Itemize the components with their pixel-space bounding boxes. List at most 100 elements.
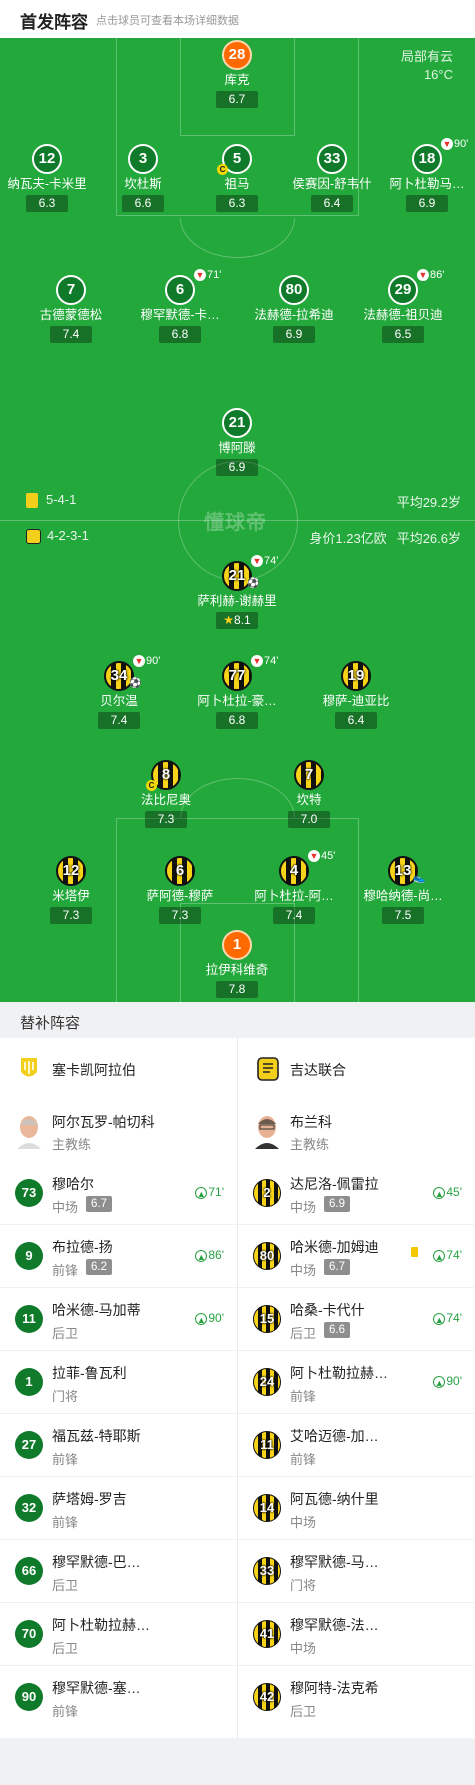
sub-name: 萨塔姆-罗吉 xyxy=(52,1491,127,1507)
sub-player-row[interactable]: 2 达尼洛-佩雷拉 中场 6.9 ▲ 45' xyxy=(238,1162,474,1225)
player-card[interactable]: 18 ▼ 90' 阿卜杜勒马… 6.9 xyxy=(379,138,475,212)
away-team-logo-icon xyxy=(26,529,41,545)
sub-number: 27 xyxy=(15,1431,43,1459)
player-number: 4 xyxy=(279,856,309,886)
player-card[interactable]: 21 博阿滕 6.9 xyxy=(189,408,285,476)
sub-number: 32 xyxy=(15,1494,43,1522)
sub-out-icon: ▼ xyxy=(417,269,429,282)
home-coach[interactable]: 阿尔瓦罗-帕切科 主教练 xyxy=(0,1100,236,1162)
sub-number: 9 xyxy=(15,1242,43,1270)
player-card[interactable]: 12 米塔伊 7.3 xyxy=(23,856,119,924)
sub-in-badge: ▲ 74' xyxy=(433,1311,462,1325)
player-card[interactable]: 6 萨阿德-穆萨 7.3 xyxy=(132,856,228,924)
player-name: 穆罕默德-卡… xyxy=(140,308,220,322)
sub-position: 前锋 xyxy=(290,1452,317,1467)
sub-player-row[interactable]: 14 阿瓦德-纳什里 中场 xyxy=(238,1477,474,1540)
sub-number: 73 xyxy=(15,1179,43,1207)
player-rating: 6.3 xyxy=(26,195,68,212)
player-card[interactable]: 77 ▼ 74' 阿卜杜拉-豪… 6.8 xyxy=(189,655,285,729)
sub-player-row[interactable]: 73 穆哈尔 中场 6.7 ▲ 71' xyxy=(0,1162,236,1225)
away-formation-text: 4-2-3-1 xyxy=(47,528,89,543)
sub-name: 阿卜杜勒拉赫… xyxy=(290,1365,388,1381)
player-rating-value: 8.1 xyxy=(234,613,251,627)
player-number: 21 xyxy=(222,408,252,438)
away-formation: 4-2-3-1 xyxy=(26,528,89,545)
player-card[interactable]: 80 法赫德-拉希迪 6.9 xyxy=(246,275,342,343)
player-number: 6 xyxy=(165,856,195,886)
player-card[interactable]: 29 ▼ 86' 法赫德-祖贝迪 6.5 xyxy=(355,269,451,343)
goalkeeper-number: 28 xyxy=(222,40,252,70)
sub-player-row[interactable]: 66 穆罕默德-巴… 后卫 xyxy=(0,1540,236,1603)
sub-number: 66 xyxy=(15,1557,43,1585)
player-card[interactable]: 21 ▼ 74' ⚽ 萨利赫-谢赫里 ★8.1 xyxy=(189,555,285,629)
sub-in-badge: ▲ 45' xyxy=(433,1185,462,1199)
player-name: 贝尔温 xyxy=(100,694,138,708)
sub-rating: 6.9 xyxy=(324,1196,350,1212)
sub-name: 穆罕默德-塞… xyxy=(52,1680,141,1696)
sub-name: 穆罕默德-巴… xyxy=(52,1554,141,1570)
player-number: 3 xyxy=(128,144,158,174)
sub-player-row[interactable]: 70 阿卜杜勒拉赫… 后卫 xyxy=(0,1603,236,1666)
away-coach[interactable]: 布兰科 主教练 xyxy=(238,1100,474,1162)
player-card[interactable]: 8 C 法比尼奥 7.3 xyxy=(118,760,214,828)
player-name: 法比尼奥 xyxy=(140,793,191,807)
player-rating: 7.3 xyxy=(145,811,187,828)
sub-in-badge: ▲ 71' xyxy=(195,1185,224,1199)
player-name: 萨利赫-谢赫里 xyxy=(197,594,277,608)
sub-rating: 6.2 xyxy=(86,1259,112,1275)
sub-player-row[interactable]: 32 萨塔姆-罗吉 前锋 xyxy=(0,1477,236,1540)
sub-player-row[interactable]: 24 阿卜杜勒拉赫… 前锋 ▲ 90' xyxy=(238,1351,474,1414)
sub-in-time: 74' xyxy=(446,1311,462,1325)
sub-player-row[interactable]: 90 穆罕默德-塞… 前锋 xyxy=(0,1666,236,1729)
player-card[interactable]: 1 拉伊科维奇 7.8 xyxy=(189,930,285,998)
player-card[interactable]: 34 ▼ 90' ⚽ 贝尔温 7.4 xyxy=(71,655,167,729)
player-rating: 6.8 xyxy=(159,326,201,343)
sub-in-time: 45' xyxy=(446,1185,462,1199)
coach-avatar-icon xyxy=(252,1113,282,1149)
player-card[interactable]: 13 👟 穆哈纳德-尚… 7.5 xyxy=(355,856,451,924)
player-name: 阿卜杜拉-阿… xyxy=(254,889,334,903)
player-card[interactable]: 12 纳瓦夫-卡米里 6.3 xyxy=(0,144,95,212)
home-team-row[interactable]: 塞卡凯阿拉伯 xyxy=(0,1038,236,1100)
sub-name: 穆罕默德-马… xyxy=(290,1554,379,1570)
sub-player-row[interactable]: 11 哈米德-马加蒂 后卫 ▲ 90' xyxy=(0,1288,236,1351)
sub-player-row[interactable]: 11 艾哈迈德-加… 前锋 xyxy=(238,1414,474,1477)
player-card[interactable]: 5 C 祖马 6.3 xyxy=(189,144,285,212)
player-card[interactable]: 7 古德蒙德松 7.4 xyxy=(23,275,119,343)
hint-text: 点击球员可查看本场详细数据 xyxy=(96,15,239,27)
sub-name: 达尼洛-佩雷拉 xyxy=(290,1176,379,1192)
sub-position: 中场 xyxy=(290,1515,317,1530)
sub-out-badge: ▼ 74' xyxy=(251,655,278,668)
away-team-row[interactable]: 吉达联合 xyxy=(238,1038,474,1100)
mvp-star-icon: ★ xyxy=(223,613,235,627)
section-title: 首发阵容 xyxy=(20,13,88,32)
sub-player-row[interactable]: 1 拉菲-鲁瓦利 门将 xyxy=(0,1351,236,1414)
player-rating: 7.0 xyxy=(288,811,330,828)
player-card[interactable]: 4 ▼ 45' 阿卜杜拉-阿… 7.4 xyxy=(246,850,342,924)
sub-out-time: 71' xyxy=(207,269,222,281)
player-name: 萨阿德-穆萨 xyxy=(146,889,214,903)
sub-position: 后卫 xyxy=(52,1578,79,1593)
sub-player-row[interactable]: 27 福瓦兹-特耶斯 前锋 xyxy=(0,1414,236,1477)
sub-out-badge: ▼ 90' xyxy=(441,138,468,151)
player-card[interactable]: 6 ▼ 71' 穆罕默德-卡… 6.8 xyxy=(132,269,228,343)
sub-position: 前锋 xyxy=(52,1515,79,1530)
player-card[interactable]: 33 侯赛因-舒韦什 6.4 xyxy=(284,144,380,212)
coach-name: 布兰科 xyxy=(290,1114,332,1130)
player-card[interactable]: 7 坎特 7.0 xyxy=(261,760,357,828)
sub-number: 41 xyxy=(253,1620,281,1648)
weather-condition: 局部有云 xyxy=(400,49,453,64)
sub-player-row[interactable]: 41 穆罕默德-法… 中场 xyxy=(238,1603,474,1666)
sub-number: 11 xyxy=(253,1431,281,1459)
sub-out-icon: ▼ xyxy=(251,555,263,568)
lineup-header: 首发阵容 点击球员可查看本场详细数据 xyxy=(0,0,475,38)
player-card[interactable]: 19 穆萨-迪亚比 6.4 xyxy=(308,661,404,729)
player-card[interactable]: 3 坎杜斯 6.6 xyxy=(95,144,191,212)
sub-player-row[interactable]: 80 哈米德-加姆迪 中场 6.7 ▲ 74' xyxy=(238,1225,474,1288)
sub-player-row[interactable]: 42 穆阿特-法克希 后卫 xyxy=(238,1666,474,1729)
sub-player-row[interactable]: 9 布拉德-扬 前锋 6.2 ▲ 86' xyxy=(0,1225,236,1288)
sub-player-row[interactable]: 33 穆罕默德-马… 门将 xyxy=(238,1540,474,1603)
sub-out-icon: ▼ xyxy=(133,655,145,668)
sub-player-row[interactable]: 15 哈桑-卡代什 后卫 6.6 ▲ 74' xyxy=(238,1288,474,1351)
player-card[interactable]: 28 库克 6.7 xyxy=(189,40,285,108)
